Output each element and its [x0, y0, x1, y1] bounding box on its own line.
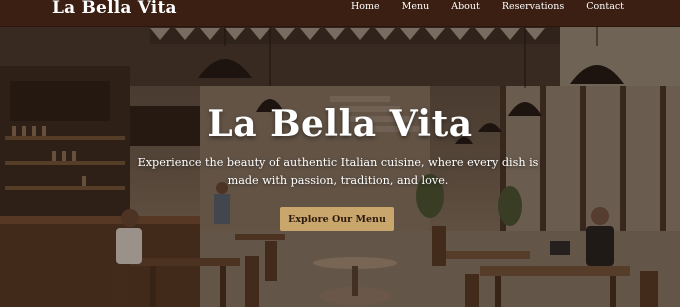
nav-link-about[interactable]: About [451, 1, 480, 13]
nav-link-home[interactable]: Home [351, 1, 380, 13]
nav-link-reservations[interactable]: Reservations [502, 1, 564, 13]
explore-menu-button[interactable]: Explore Our Menu [280, 207, 394, 231]
hero-section: La Bella Vita Experience the beauty of a… [0, 26, 680, 307]
main-nav: Home Menu About Reservations Contact [329, 1, 624, 13]
site-header: La Bella Vita Home Menu About Reservatio… [0, 0, 680, 27]
nav-link-menu[interactable]: Menu [402, 1, 430, 13]
page: La Bella Vita Home Menu About Reservatio… [0, 0, 680, 307]
hero-subtitle: Experience the beauty of authentic Itali… [137, 156, 539, 187]
nav-link-contact[interactable]: Contact [586, 1, 624, 13]
hero-title: La Bella Vita [207, 103, 473, 145]
brand-logo[interactable]: La Bella Vita [52, 0, 177, 18]
